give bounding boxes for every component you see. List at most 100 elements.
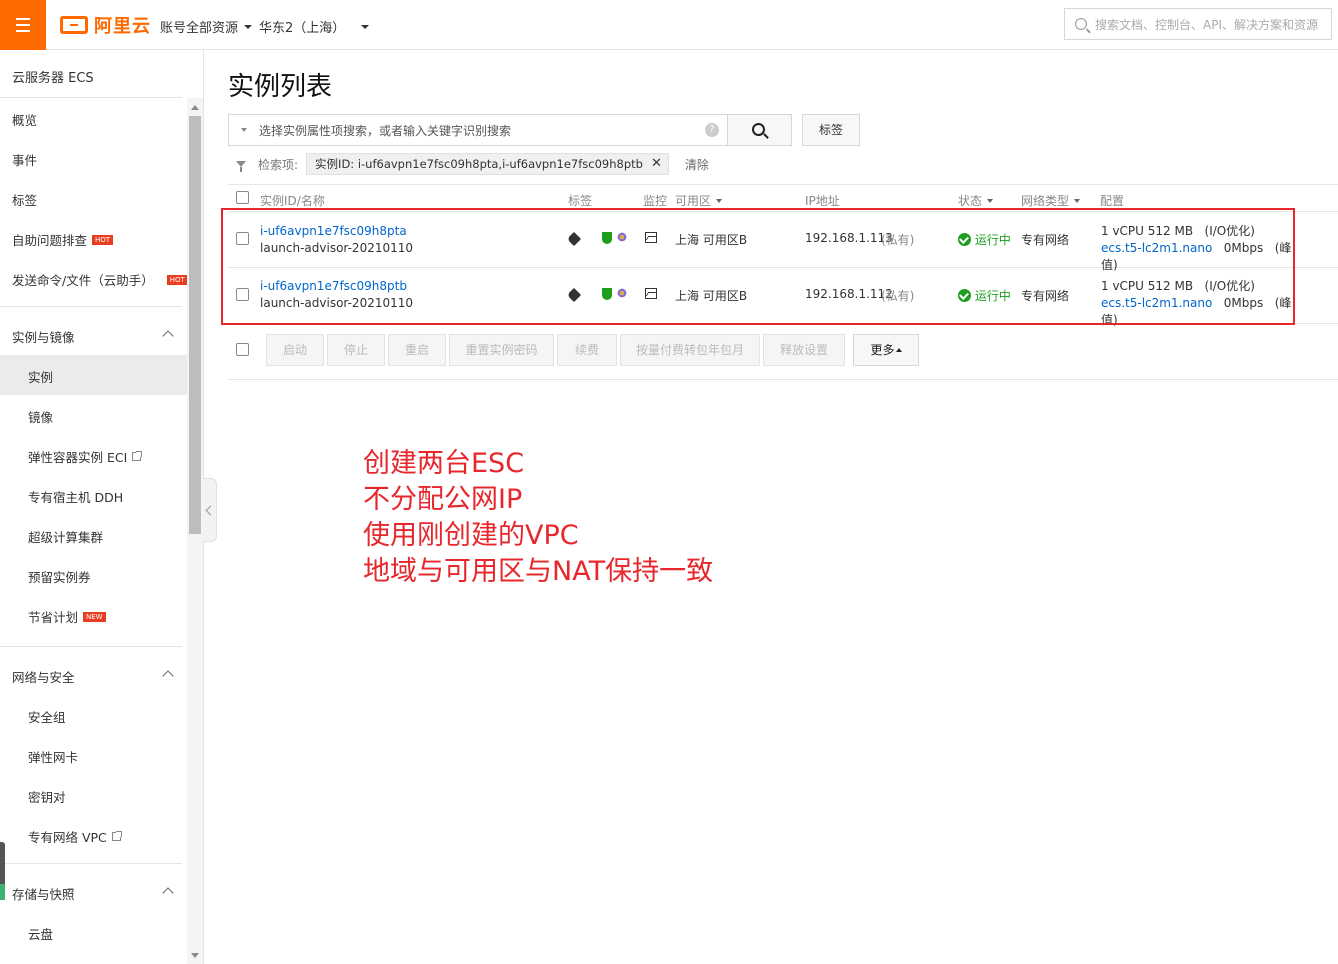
io-value: (I/O优化) [1204, 279, 1255, 293]
sidebar-item-vpc[interactable]: 专有网络 VPC [28, 827, 122, 846]
more-button[interactable]: 更多 [853, 334, 919, 366]
col-status[interactable]: 状态 [958, 192, 994, 209]
instance-id-link[interactable]: i-uf6avpn1e7fsc09h8pta [260, 223, 413, 240]
logo-text: 阿里云 [94, 16, 151, 37]
reset-password-button[interactable]: 重置实例密码 [449, 334, 554, 366]
new-badge: NEW [83, 611, 106, 622]
table-header: 实例ID/名称 标签 监控 可用区 IP地址 状态 网络类型 配置 [228, 184, 1338, 212]
chevron-down-icon [1074, 198, 1081, 203]
batch-actions: 启动 停止 重启 重置实例密码 续费 按量付费转包年包月 释放设置 更多 [228, 324, 1338, 380]
sidebar-collapse-toggle[interactable] [203, 478, 217, 542]
region-dropdown[interactable]: 华东2（上海） [259, 17, 370, 36]
col-network[interactable]: 网络类型 [1021, 192, 1081, 209]
stop-button[interactable]: 停止 [327, 334, 385, 366]
convert-billing-button[interactable]: 按量付费转包年包月 [620, 334, 760, 366]
sidebar-group-network-security[interactable]: 网络与安全 [12, 667, 174, 686]
sidebar-item-keypair[interactable]: 密钥对 [28, 787, 66, 806]
divider [0, 863, 182, 864]
filter-row: 检索项: 实例ID: i-uf6avpn1e7fsc09h8pta,i-uf6a… [236, 153, 709, 175]
annotation-line: 地域与可用区与NAT保持一致 [363, 556, 714, 587]
sidebar-item-tags[interactable]: 标签 [12, 190, 37, 209]
select-all-checkbox[interactable] [236, 191, 249, 204]
sidebar-item-images[interactable]: 镜像 [28, 407, 53, 426]
sidebar-item-events[interactable]: 事件 [12, 150, 37, 169]
divider [0, 646, 182, 647]
close-icon[interactable]: ✕ [651, 154, 662, 174]
sidebar-item-savings-plan[interactable]: 节省计划 NEW [28, 607, 106, 626]
shield-icon[interactable] [602, 232, 612, 244]
renew-button[interactable]: 续费 [557, 334, 617, 366]
instance-type-link[interactable]: ecs.t5-lc2m1.nano [1101, 241, 1212, 255]
monitor-icon[interactable] [645, 232, 657, 243]
sidebar-item-instances[interactable]: 实例 [28, 367, 53, 386]
col-zone[interactable]: 可用区 [675, 192, 723, 209]
filter-chip-label: 实例ID: i-uf6avpn1e7fsc09h8pta,i-uf6avpn1e… [315, 157, 643, 171]
flower-icon[interactable] [617, 288, 627, 298]
sidebar-item-reserved[interactable]: 预留实例券 [28, 567, 91, 586]
sidebar-item-security-group[interactable]: 安全组 [28, 707, 66, 726]
instance-name: launch-advisor-20210110 [260, 241, 414, 255]
shield-icon[interactable] [602, 288, 612, 300]
sidebar-item-eci[interactable]: 弹性容器实例 ECI [28, 447, 143, 466]
sidebar-item-label: 密钥对 [28, 790, 66, 805]
tag-icon[interactable] [566, 231, 582, 247]
tag-button[interactable]: 标签 [802, 114, 860, 146]
chevron-down-icon [361, 24, 370, 29]
col-monitor: 监控 [643, 194, 668, 208]
menu-icon[interactable] [0, 0, 46, 50]
sidebar-scrollbar-thumb[interactable] [189, 116, 201, 534]
search-icon [1075, 18, 1087, 30]
scroll-up-icon[interactable] [191, 105, 199, 110]
sidebar-group-storage-snapshot[interactable]: 存储与快照 [12, 884, 174, 903]
table-row: i-uf6avpn1e7fsc09h8pta launch-advisor-20… [228, 212, 1338, 272]
tag-icon[interactable] [566, 287, 582, 303]
sidebar-item-overview[interactable]: 概览 [12, 110, 37, 129]
scroll-down-icon[interactable] [191, 953, 199, 958]
sidebar-title: 云服务器 ECS [12, 71, 94, 86]
instance-id-link[interactable]: i-uf6avpn1e7fsc09h8ptb [260, 278, 413, 295]
sidebar-item-cloud-assistant[interactable]: 发送命令/文件（云助手） HOT [12, 270, 188, 289]
account-scope-dropdown[interactable]: 账号全部资源 [160, 17, 253, 36]
release-settings-button[interactable]: 释放设置 [763, 334, 845, 366]
logo[interactable]: 阿里云 [60, 14, 151, 37]
check-circle-icon [958, 289, 971, 302]
sidebar-item-disk[interactable]: 云盘 [28, 924, 53, 943]
select-all-bottom-checkbox[interactable] [236, 343, 249, 356]
row-checkbox[interactable] [236, 288, 249, 301]
global-search-input[interactable]: 搜索文档、控制台、API、解决方案和资源 [1064, 8, 1332, 40]
network-type: 专有网络 [1021, 289, 1070, 303]
col-zone-label: 可用区 [675, 194, 712, 208]
sidebar-group-instances-images[interactable]: 实例与镜像 [12, 327, 174, 346]
instance-type-link[interactable]: ecs.t5-lc2m1.nano [1101, 296, 1212, 310]
zone-value: 上海 可用区B [675, 289, 748, 303]
row-checkbox[interactable] [236, 232, 249, 245]
chevron-down-icon [244, 24, 253, 29]
chevron-down-icon [716, 198, 723, 203]
restart-button[interactable]: 重启 [388, 334, 446, 366]
sidebar-item-label: 专有宿主机 DDH [28, 490, 124, 505]
search-button[interactable] [728, 114, 792, 146]
col-config: 配置 [1100, 194, 1125, 208]
sidebar-item-label: 概览 [12, 113, 38, 128]
start-button[interactable]: 启动 [266, 334, 324, 366]
help-icon[interactable]: ? [705, 123, 719, 137]
sidebar-item-label: 弹性容器实例 ECI [28, 450, 128, 465]
annotation-line: 使用刚创建的VPC [363, 520, 579, 551]
clear-filters-link[interactable]: 清除 [685, 156, 709, 173]
filter-label: 检索项: [258, 157, 299, 172]
sidebar-item-label: 专有网络 VPC [28, 830, 107, 845]
instance-search-input[interactable]: 选择实例属性项搜索，或者输入关键字识别搜索 ? [228, 114, 728, 146]
flower-icon[interactable] [617, 232, 627, 242]
sidebar: 云服务器 ECS 概览 事件 标签 自助问题排查 HOT 发送命令/文件（云助手）… [0, 50, 204, 964]
col-status-label: 状态 [958, 194, 983, 208]
sidebar-item-eni[interactable]: 弹性网卡 [28, 747, 78, 766]
sidebar-item-label: 预留实例券 [28, 570, 91, 585]
sidebar-item-scc[interactable]: 超级计算集群 [28, 527, 103, 546]
page-title: 实例列表 [228, 72, 333, 102]
monitor-icon[interactable] [645, 288, 657, 299]
top-bar: 阿里云 账号全部资源 华东2（上海） 搜索文档、控制台、API、解决方案和资源 [0, 0, 1338, 50]
sidebar-item-ddh[interactable]: 专有宿主机 DDH [28, 487, 123, 506]
sidebar-item-troubleshoot[interactable]: 自助问题排查 HOT [12, 230, 114, 249]
annotation-line: 创建两台ESC [363, 448, 525, 479]
account-scope-label: 账号全部资源 [160, 21, 239, 36]
